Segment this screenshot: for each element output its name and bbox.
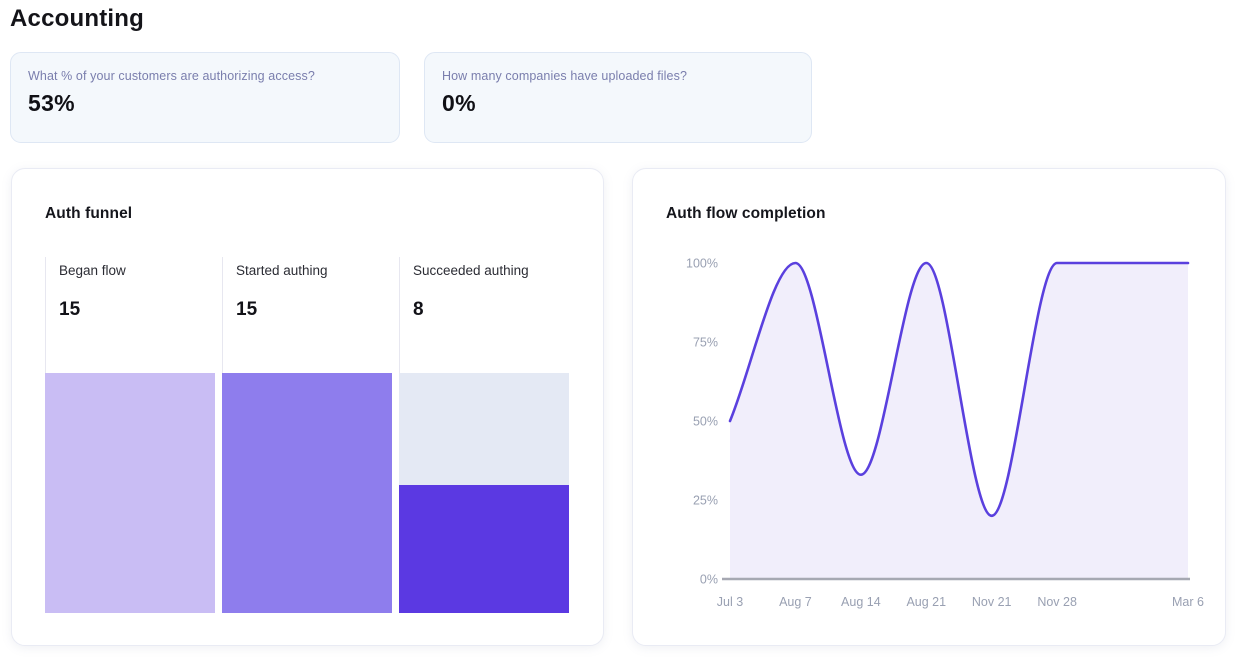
stat-value: 0% [442, 90, 793, 117]
funnel-column-began-flow: Began flow 15 [45, 257, 222, 614]
funnel-column-started-authing: Started authing 15 [222, 257, 399, 614]
funnel-bar-fill [45, 373, 215, 613]
stat-question: What % of your customers are authorizing… [28, 69, 381, 83]
funnel-bar-track [399, 373, 569, 613]
stat-question: How many companies have uploaded files? [442, 69, 793, 83]
funnel-column-succeeded-authing: Succeeded authing 8 [399, 257, 570, 614]
stat-card-uploaded-files: How many companies have uploaded files? … [424, 52, 812, 143]
funnel-chart-title: Auth funnel [45, 205, 132, 223]
x-axis-tick-label: Aug 7 [779, 595, 812, 609]
auth-funnel-card: Auth funnel Began flow 15 Started authin… [11, 168, 604, 646]
stat-value: 53% [28, 90, 381, 117]
funnel-column-label: Succeeded authing [413, 263, 570, 278]
funnel-column-value: 8 [413, 299, 570, 321]
x-axis-tick-label: Aug 14 [841, 595, 881, 609]
y-axis-tick-label: 75% [693, 336, 718, 350]
funnel-bar-fill [399, 485, 569, 613]
y-axis-tick-label: 0% [700, 573, 718, 587]
x-axis-tick-label: Nov 21 [972, 595, 1012, 609]
x-axis-tick-label: Mar 6 [1172, 595, 1204, 609]
y-axis-tick-label: 50% [693, 415, 718, 429]
funnel-chart: Began flow 15 Started authing 15 Succeed… [45, 257, 575, 614]
page-title: Accounting [10, 5, 144, 33]
funnel-bar-track [222, 373, 392, 613]
completion-chart-title: Auth flow completion [666, 205, 826, 223]
funnel-column-header: Began flow 15 [45, 257, 222, 373]
x-axis-tick-label: Jul 3 [717, 595, 743, 609]
x-axis-tick-label: Nov 28 [1037, 595, 1077, 609]
funnel-column-label: Began flow [59, 263, 222, 278]
x-axis-tick-label: Aug 21 [906, 595, 946, 609]
y-axis-tick-label: 25% [693, 494, 718, 508]
auth-flow-completion-card: Auth flow completion 100% 75% 50% 25% 0% Jul … [632, 168, 1226, 646]
funnel-column-header: Started authing 15 [222, 257, 399, 373]
y-axis-tick-label: 100% [686, 257, 718, 271]
funnel-column-value: 15 [236, 299, 399, 321]
funnel-column-label: Started authing [236, 263, 399, 278]
auth-flow-completion-chart: 100% 75% 50% 25% 0% Jul 3 Aug 7 Aug 14 Aug 21 Nov… [650, 244, 1210, 614]
funnel-column-header: Succeeded authing 8 [399, 257, 570, 373]
funnel-bar-track [45, 373, 215, 613]
stat-card-authorizing-access: What % of your customers are authorizing… [10, 52, 400, 143]
funnel-bar-fill [222, 373, 392, 613]
area-fill [730, 263, 1188, 579]
funnel-column-value: 15 [59, 299, 222, 321]
